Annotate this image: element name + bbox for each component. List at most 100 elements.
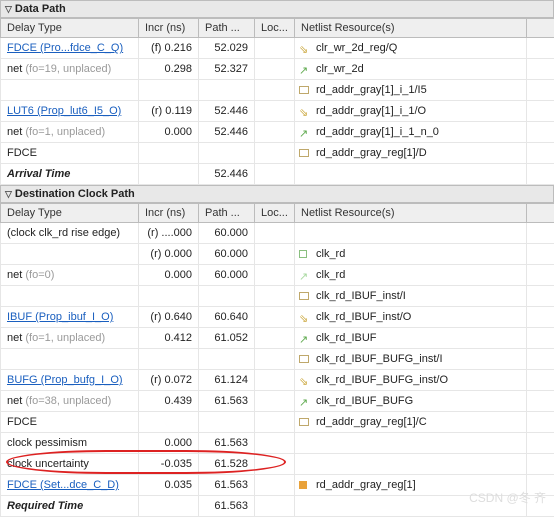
table-row[interactable]: net (fo=1, unplaced)0.00052.446rd_addr_g… [1,122,554,143]
path-cell: 61.563 [199,433,255,454]
table-row[interactable]: clock pessimism0.00061.563 [1,433,554,454]
table-row[interactable]: FDCE rd_addr_gray_reg[1]/C [1,412,554,433]
table-row[interactable]: FDCE (Pro...fdce_C_Q)(f) 0.21652.029clr_… [1,38,554,59]
netlist-text: clk_rd_IBUF_inst/O [316,311,411,323]
dest-clock-header[interactable]: ▽ Destination Clock Path [0,185,554,203]
delay-type-cell: FDCE (Set...dce_C_D) [1,475,139,496]
col-incr[interactable]: Incr (ns) [139,204,199,223]
delay-type-cell: net (fo=1, unplaced) [1,122,139,143]
incr-cell: (r) ....000 [139,223,199,244]
table-row[interactable]: clock uncertainty-0.03561.528 [1,454,554,475]
table-row[interactable]: IBUF (Prop_ibuf_I_O)(r) 0.64060.640clk_r… [1,307,554,328]
table-row[interactable]: FDCErd_addr_gray_reg[1]/D [1,143,554,164]
netlist-text: rd_addr_gray_reg[1] [316,479,416,491]
port-icon [299,249,311,259]
table-row[interactable]: net (fo=38, unplaced)0.43961.563clk_rd_I… [1,391,554,412]
loc-cell [255,286,295,307]
col-incr[interactable]: Incr (ns) [139,19,199,38]
col-path[interactable]: Path ... [199,204,255,223]
table-row[interactable]: FDCE (Set...dce_C_D)0.03561.563rd_addr_g… [1,475,554,496]
path-cell [199,143,255,164]
col-netlist[interactable]: Netlist Resource(s) [295,19,527,38]
path-cell: 52.446 [199,164,255,185]
delay-type-cell: FDCE [1,412,139,433]
netlist-cell: clk_rd_IBUF_BUFG [295,391,527,412]
delay-type-cell [1,80,139,101]
table-row[interactable]: Arrival Time52.446 [1,164,554,185]
loc-cell [255,122,295,143]
delay-type-cell: net (fo=1, unplaced) [1,328,139,349]
table-row[interactable]: net (fo=19, unplaced)0.29852.327clr_wr_2… [1,59,554,80]
netlist-text: clk_rd [316,248,345,260]
path-cell: 61.124 [199,370,255,391]
netlist-cell: rd_addr_gray_reg[1]/C [295,412,527,433]
table-row[interactable]: net (fo=0)0.00060.000clk_rd [1,265,554,286]
pin-out-icon [299,43,311,53]
table-row[interactable]: net (fo=1, unplaced)0.41261.052clk_rd_IB… [1,328,554,349]
netlist-cell [295,496,527,517]
data-path-header[interactable]: ▽ Data Path [0,0,554,18]
incr-cell: (r) 0.000 [139,244,199,265]
table-row[interactable]: BUFG (Prop_bufg_I_O)(r) 0.07261.124clk_r… [1,370,554,391]
pin-out-icon [299,312,311,322]
loc-cell [255,454,295,475]
delay-type-text: FDCE [7,416,37,428]
table-row[interactable]: (clock clk_rd rise edge)(r) ....00060.00… [1,223,554,244]
netlist-text: clr_wr_2d [316,63,364,75]
delay-type-cell: Required Time [1,496,139,517]
delay-type-link[interactable]: FDCE (Pro...fdce_C_Q) [7,42,123,54]
table-row[interactable]: Required Time61.563 [1,496,554,517]
data-path-table: Delay Type Incr (ns) Path ... Loc... Net… [0,18,554,185]
table-row[interactable]: clk_rd_IBUF_inst/I [1,286,554,307]
loc-cell [255,328,295,349]
netlist-cell: rd_addr_gray_reg[1]/D [295,143,527,164]
incr-cell [139,412,199,433]
netlist-cell: clr_wr_2d_reg/Q [295,38,527,59]
netlist-cell [295,433,527,454]
loc-cell [255,307,295,328]
spacer-cell [527,454,554,475]
table-row[interactable]: rd_addr_gray[1]_i_1/I5 [1,80,554,101]
netlist-text: rd_addr_gray[1]_i_1/I5 [316,84,427,96]
col-delay-type[interactable]: Delay Type [1,204,139,223]
col-netlist[interactable]: Netlist Resource(s) [295,204,527,223]
delay-type-cell: net (fo=38, unplaced) [1,391,139,412]
col-loc[interactable]: Loc... [255,204,295,223]
delay-type-detail: (fo=0) [22,269,54,281]
loc-cell [255,496,295,517]
table-row[interactable]: clk_rd_IBUF_BUFG_inst/I [1,349,554,370]
table-row[interactable]: (r) 0.00060.000clk_rd [1,244,554,265]
section-title: Data Path [15,3,66,15]
delay-type-cell: (clock clk_rd rise edge) [1,223,139,244]
netlist-cell: clk_rd [295,244,527,265]
col-delay-type[interactable]: Delay Type [1,19,139,38]
netlist-text: clk_rd [316,269,345,281]
netlist-text: rd_addr_gray_reg[1]/D [316,147,427,159]
incr-cell: (r) 0.119 [139,101,199,122]
spacer-cell [527,122,554,143]
col-path[interactable]: Path ... [199,19,255,38]
pin-out-icon [299,375,311,385]
table-header-row: Delay Type Incr (ns) Path ... Loc... Net… [1,19,554,38]
delay-type-link[interactable]: IBUF (Prop_ibuf_I_O) [7,311,113,323]
incr-cell: (f) 0.216 [139,38,199,59]
spacer-cell [527,286,554,307]
path-cell [199,286,255,307]
delay-type-link[interactable]: FDCE (Set...dce_C_D) [7,479,119,491]
delay-type-text: (clock clk_rd rise edge) [7,227,120,239]
netlist-text: clk_rd_IBUF_inst/I [316,290,406,302]
incr-cell [139,80,199,101]
spacer-cell [527,101,554,122]
col-loc[interactable]: Loc... [255,19,295,38]
delay-type-link[interactable]: BUFG (Prop_bufg_I_O) [7,374,123,386]
table-row[interactable]: LUT6 (Prop_lut6_I5_O)(r) 0.11952.446rd_a… [1,101,554,122]
netlist-cell: rd_addr_gray[1]_i_1/I5 [295,80,527,101]
spacer-cell [527,328,554,349]
spacer-cell [527,223,554,244]
net-up-icon [299,396,311,406]
incr-cell: 0.000 [139,433,199,454]
netlist-text: clk_rd_IBUF [316,332,377,344]
delay-type-cell: IBUF (Prop_ibuf_I_O) [1,307,139,328]
delay-type-link[interactable]: LUT6 (Prop_lut6_I5_O) [7,105,121,117]
path-cell [199,349,255,370]
